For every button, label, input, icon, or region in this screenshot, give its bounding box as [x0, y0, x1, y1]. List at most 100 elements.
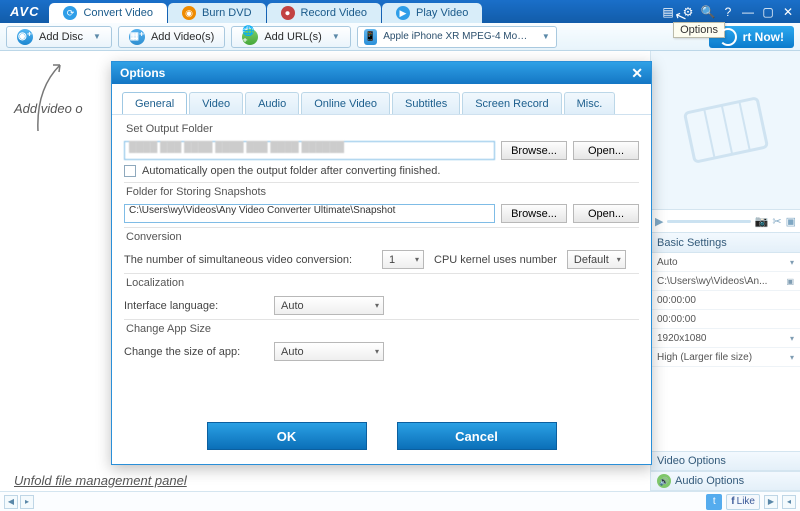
output-profile-picker[interactable]: 📱 Apple iPhone XR MPEG-4 Movie (*.m... ▼	[357, 26, 557, 48]
group-snapshot-folder: Folder for Storing Snapshots	[124, 182, 639, 201]
scissors-icon[interactable]: ✂	[772, 215, 781, 228]
tab-label: Convert Video	[83, 7, 153, 19]
filmstrip-icon	[681, 95, 771, 165]
twitter-icon[interactable]: t	[706, 494, 722, 510]
video-add-icon: ▦⁺	[129, 29, 145, 45]
snapshot-icon[interactable]: 📷	[755, 215, 769, 228]
setting-auto[interactable]: Auto▾	[651, 253, 800, 272]
options-tab-video[interactable]: Video	[189, 92, 243, 114]
simultaneous-label: The number of simultaneous video convers…	[124, 254, 372, 266]
dialog-titlebar: Options ✕	[112, 62, 651, 84]
convert-icon: ⟳	[63, 6, 77, 20]
auto-open-checkbox[interactable]	[124, 165, 136, 177]
browse-snapshot-button[interactable]: Browse...	[501, 204, 567, 223]
options-tab-subtitles[interactable]: Subtitles	[392, 92, 460, 114]
seek-slider[interactable]	[667, 220, 750, 223]
options-dialog: Options ✕ General Video Audio Online Vid…	[111, 61, 652, 465]
setting-end-time[interactable]: 00:00:00	[651, 310, 800, 329]
setting-start-time[interactable]: 00:00:00	[651, 291, 800, 310]
setting-quality[interactable]: High (Larger file size)▾	[651, 348, 800, 367]
preview-controls: ▶ 📷 ✂ ▣	[651, 209, 800, 233]
tab-record-video[interactable]: ⏺ Record Video	[267, 3, 381, 23]
setting-resolution[interactable]: 1920x1080▾	[651, 329, 800, 348]
bottom-bar: ◀ ▸ t fLike ▶ ◂	[0, 491, 800, 511]
browse-output-button[interactable]: Browse...	[501, 141, 567, 160]
btn-label: Add Disc	[39, 31, 83, 43]
setting-output-path[interactable]: C:\Users\wy\Videos\An...▣	[651, 272, 800, 291]
open-snapshot-button[interactable]: Open...	[573, 204, 639, 223]
simultaneous-select[interactable]: 1	[382, 250, 424, 269]
close-icon[interactable]: ✕	[780, 4, 796, 20]
tab-burn-dvd[interactable]: ◉ Burn DVD	[168, 3, 266, 23]
options-tab-online-video[interactable]: Online Video	[301, 92, 390, 114]
arrow-annotation-icon	[30, 59, 80, 134]
chevron-down-icon: ▾	[790, 334, 794, 343]
app-logo: AVC	[4, 4, 45, 19]
nav-prev-icon[interactable]: ◀	[4, 495, 18, 509]
speaker-icon: 🔊	[657, 474, 671, 488]
folder-icon: ▣	[786, 277, 794, 286]
tab-label: Play Video	[416, 7, 468, 19]
chevron-down-icon: ▼	[93, 32, 101, 41]
add-urls-button[interactable]: 🌐⁺ Add URL(s) ▼	[231, 26, 350, 48]
btn-label: rt Now!	[743, 30, 784, 44]
minimize-icon[interactable]: —	[740, 4, 756, 20]
nav-expand-icon[interactable]: ▸	[20, 495, 34, 509]
tab-label: Burn DVD	[202, 7, 252, 19]
play-icon: ▶	[396, 6, 410, 20]
dialog-button-row: OK Cancel	[112, 412, 651, 464]
output-folder-input[interactable]: ████ ███ ████ ████ ███ ████ ██████	[124, 141, 495, 160]
options-tab-misc[interactable]: Misc.	[564, 92, 616, 114]
cpu-kernel-label: CPU kernel uses number	[434, 254, 557, 266]
interface-lang-label: Interface language:	[124, 300, 264, 312]
facebook-like-button[interactable]: fLike	[726, 494, 760, 510]
group-conversion: Conversion	[124, 227, 639, 246]
dialog-close-button[interactable]: ✕	[631, 65, 643, 82]
disc-icon: ◉⁺	[17, 29, 33, 45]
nav-collapse-icon[interactable]: ◂	[782, 495, 796, 509]
tab-play-video[interactable]: ▶ Play Video	[382, 3, 482, 23]
group-output-folder: Set Output Folder	[124, 120, 639, 138]
add-disc-button[interactable]: ◉⁺ Add Disc ▼	[6, 26, 112, 48]
play-button-icon[interactable]: ▶	[655, 215, 663, 228]
chevron-down-icon: ▾	[790, 353, 794, 362]
video-options-header[interactable]: Video Options	[651, 451, 800, 471]
tab-convert-video[interactable]: ⟳ Convert Video	[49, 3, 167, 23]
crop-icon[interactable]: ▣	[786, 215, 796, 228]
options-tab-screen-record[interactable]: Screen Record	[462, 92, 561, 114]
cancel-button[interactable]: Cancel	[397, 422, 557, 450]
title-tabs: ⟳ Convert Video ◉ Burn DVD ⏺ Record Vide…	[49, 0, 483, 23]
app-size-select[interactable]: Auto	[274, 342, 384, 361]
help-icon[interactable]: ?	[720, 4, 736, 20]
burn-icon: ◉	[182, 6, 196, 20]
options-tab-general[interactable]: General	[122, 92, 187, 114]
record-icon: ⏺	[281, 6, 295, 20]
social-buttons: t fLike ▶ ◂	[706, 494, 796, 510]
add-videos-button[interactable]: ▦⁺ Add Video(s)	[118, 26, 225, 48]
video-preview	[651, 51, 800, 209]
btn-label: Add URL(s)	[264, 31, 321, 43]
cpu-kernel-select[interactable]: Default	[567, 250, 626, 269]
audio-options-header[interactable]: 🔊Audio Options	[651, 471, 800, 491]
options-tab-audio[interactable]: Audio	[245, 92, 299, 114]
chevron-down-icon: ▾	[790, 258, 794, 267]
annotation-add-video: Add video o	[14, 101, 83, 116]
dialog-tabs: General Video Audio Online Video Subtitl…	[112, 84, 651, 115]
btn-label: Add Video(s)	[151, 31, 214, 43]
interface-lang-select[interactable]: Auto	[274, 296, 384, 315]
group-app-size: Change App Size	[124, 319, 639, 338]
auto-open-label: Automatically open the output folder aft…	[142, 165, 440, 177]
basic-settings-header: Basic Settings	[651, 233, 800, 253]
dialog-body: Set Output Folder ████ ███ ████ ████ ███…	[112, 115, 651, 412]
group-localization: Localization	[124, 273, 639, 292]
maximize-icon[interactable]: ▢	[760, 4, 776, 20]
profile-label: Apple iPhone XR MPEG-4 Movie (*.m...	[383, 31, 532, 42]
search-icon[interactable]: 🔍	[700, 4, 716, 20]
open-output-button[interactable]: Open...	[573, 141, 639, 160]
ok-button[interactable]: OK	[207, 422, 367, 450]
nav-next-icon[interactable]: ▶	[764, 495, 778, 509]
annotation-unfold-panel: Unfold file management panel	[14, 473, 187, 488]
app-size-label: Change the size of app:	[124, 346, 264, 358]
device-icon: 📱	[364, 29, 378, 45]
snapshot-folder-input[interactable]: C:\Users\wy\Videos\Any Video Converter U…	[124, 204, 495, 223]
